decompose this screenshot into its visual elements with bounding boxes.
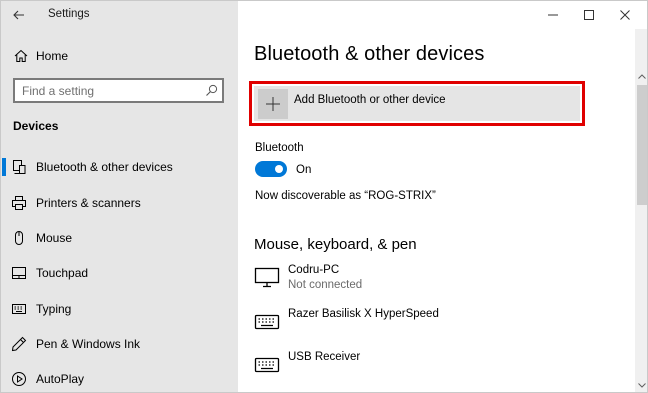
device-name: USB Receiver: [288, 351, 361, 363]
close-button[interactable]: [615, 5, 635, 25]
selection-indicator: [2, 158, 6, 176]
device-item[interactable]: USB Receiver: [254, 351, 554, 385]
sidebar-item-touchpad[interactable]: Touchpad: [1, 257, 238, 289]
toggle-knob: [275, 165, 283, 173]
app-title: Settings: [48, 8, 90, 20]
monitor-icon: [254, 267, 280, 288]
device-item[interactable]: Razer Basilisk X HyperSpeed: [254, 308, 554, 342]
close-icon: [620, 10, 630, 20]
sidebar-item-label: Home: [36, 49, 69, 63]
sidebar-item-typing[interactable]: Typing: [1, 293, 238, 325]
group-title: Mouse, keyboard, & pen: [254, 236, 417, 253]
add-device-button[interactable]: Add Bluetooth or other device: [249, 81, 585, 126]
content-pane: Bluetooth & other devices Add Bluetooth …: [238, 1, 647, 392]
add-device-button-surface: Add Bluetooth or other device: [254, 86, 580, 121]
keyboard-icon: [254, 357, 280, 373]
sidebar-item-pen[interactable]: Pen & Windows Ink: [1, 328, 238, 360]
scroll-down-button[interactable]: [635, 378, 647, 392]
bluetooth-devices-icon: [13, 160, 26, 174]
window-controls: [529, 1, 647, 29]
device-name: Codru-PC: [288, 264, 340, 276]
add-device-label: Add Bluetooth or other device: [294, 94, 446, 106]
discoverable-text: Now discoverable as “ROG-STRIX”: [255, 190, 436, 202]
minimize-icon: [548, 14, 558, 16]
sidebar-item-label: Mouse: [36, 231, 73, 245]
sidebar-item-printers[interactable]: Printers & scanners: [1, 187, 238, 219]
chevron-down-icon: [638, 382, 646, 388]
sidebar-item-label: Typing: [36, 302, 72, 316]
mouse-icon: [15, 231, 23, 245]
sidebar-item-autoplay[interactable]: AutoPlay: [1, 363, 238, 392]
bluetooth-label: Bluetooth: [255, 142, 304, 154]
device-name: Razer Basilisk X HyperSpeed: [288, 308, 439, 320]
sidebar-item-label: Pen & Windows Ink: [36, 337, 141, 351]
home-icon: [14, 49, 28, 62]
pen-icon: [11, 336, 27, 352]
scrollbar-thumb[interactable]: [637, 85, 647, 205]
device-status: Not connected: [288, 279, 363, 291]
sidebar-item-label: Touchpad: [36, 266, 89, 280]
page-title: Bluetooth & other devices: [254, 43, 485, 65]
back-arrow-icon: [13, 10, 24, 20]
printer-icon: [12, 196, 26, 210]
scrollbar[interactable]: [635, 29, 647, 392]
search-placeholder: Find a setting: [22, 84, 95, 98]
keyboard-icon: [254, 314, 280, 330]
minimize-button[interactable]: [543, 5, 563, 25]
plus-icon-box: [258, 89, 288, 119]
search-icon: [206, 84, 218, 96]
sidebar-item-label: Printers & scanners: [36, 196, 141, 210]
bluetooth-toggle[interactable]: [255, 161, 287, 177]
sidebar-item-label: Bluetooth & other devices: [36, 160, 173, 174]
sidebar: Settings Home Find a setting Devices Blu…: [1, 1, 238, 392]
sidebar-item-label: AutoPlay: [36, 372, 85, 386]
touchpad-icon: [12, 267, 26, 279]
sidebar-item-home[interactable]: Home: [1, 44, 238, 68]
settings-window: Settings Home Find a setting Devices Blu…: [0, 0, 648, 393]
back-button[interactable]: [9, 5, 29, 25]
maximize-icon: [584, 10, 594, 20]
search-input[interactable]: Find a setting: [13, 78, 224, 103]
keyboard-icon: [12, 304, 26, 314]
device-item[interactable]: Codru-PC Not connected: [254, 264, 554, 298]
sidebar-item-mouse[interactable]: Mouse: [1, 222, 238, 254]
sidebar-item-bluetooth[interactable]: Bluetooth & other devices: [1, 151, 238, 183]
scroll-up-button[interactable]: [635, 69, 647, 83]
plus-icon: [266, 97, 280, 111]
maximize-button[interactable]: [579, 5, 599, 25]
autoplay-icon: [12, 372, 26, 386]
chevron-up-icon: [638, 73, 646, 79]
bluetooth-state: On: [296, 164, 312, 176]
title-bar: Settings: [1, 1, 238, 29]
section-title: Devices: [13, 119, 59, 133]
